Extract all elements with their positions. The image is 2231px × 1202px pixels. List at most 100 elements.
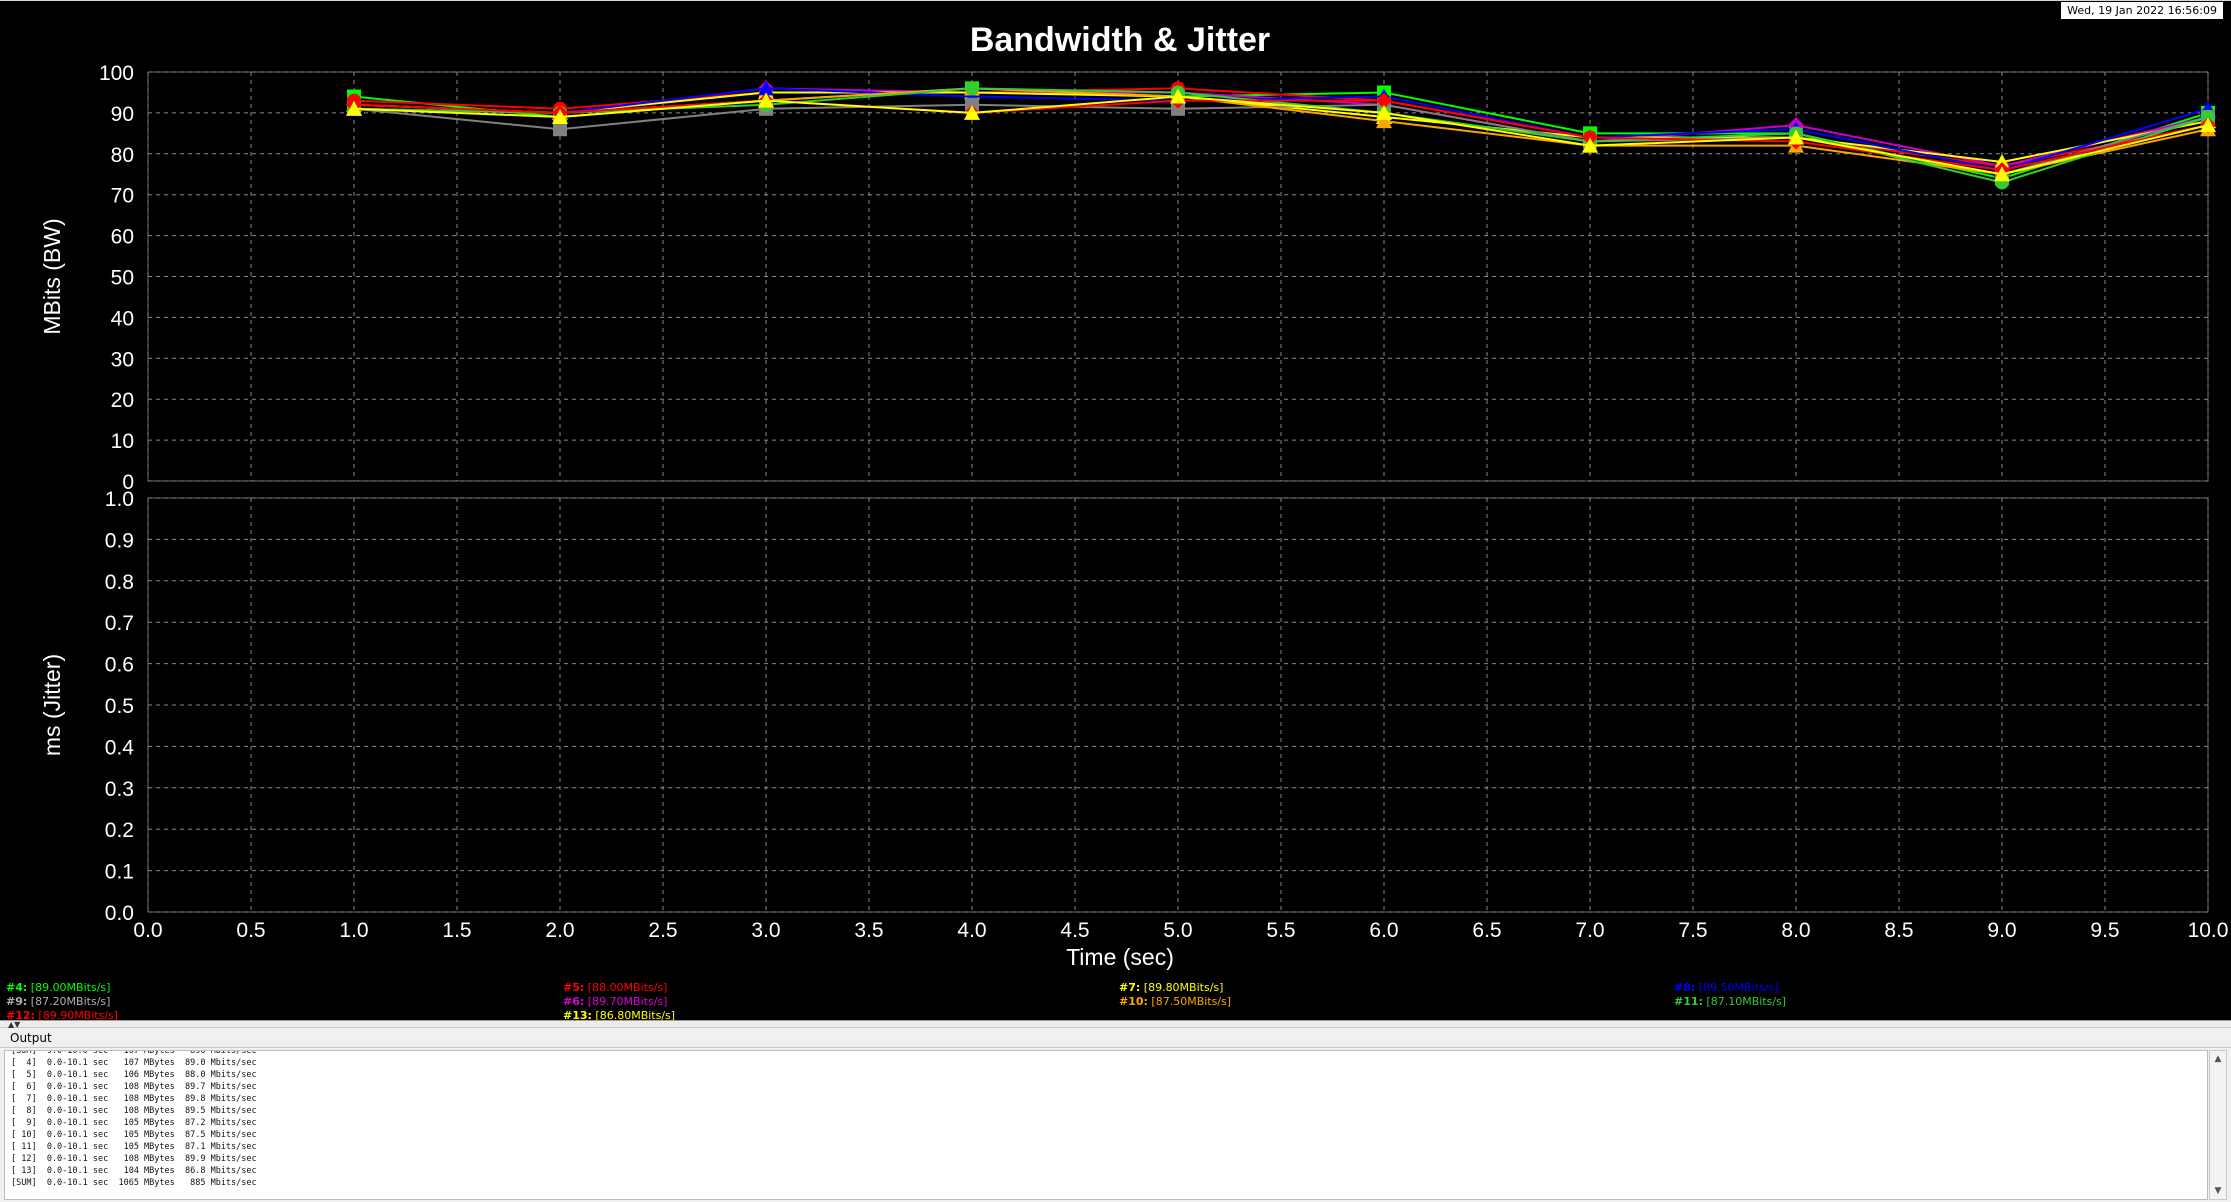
legend-series-value: [89.50MBits/s] bbox=[1695, 981, 1779, 994]
y-tick-label: 50 bbox=[111, 267, 134, 290]
y-tick-label: 0.9 bbox=[105, 529, 134, 552]
x-tick-label: 7.5 bbox=[1678, 919, 1707, 942]
output-line: [ 8] 0.0-10.1 sec 108 MBytes 89.5 Mbits/… bbox=[11, 1106, 257, 1116]
scroll-up-arrow-icon[interactable]: ▲ bbox=[2210, 1051, 2226, 1067]
y-tick-label: 60 bbox=[111, 226, 134, 249]
legend-series-label: #5: bbox=[563, 981, 585, 994]
legend-entry: #4: [89.00MBits/s] bbox=[6, 981, 110, 994]
output-panel: Output [SUM] 9.0-10.0 sec 107 MBytes 896… bbox=[0, 1028, 2231, 1202]
x-axis-label: Time (sec) bbox=[1066, 944, 1174, 970]
x-tick-label: 1.0 bbox=[339, 919, 368, 942]
x-tick-label: 4.0 bbox=[957, 919, 986, 942]
legend-series-value: [89.00MBits/s] bbox=[27, 981, 111, 994]
x-tick-label: 9.5 bbox=[2090, 919, 2119, 942]
legend-entry: #5: [88.00MBits/s] bbox=[563, 981, 667, 994]
x-tick-label: 6.0 bbox=[1369, 919, 1398, 942]
output-text-area[interactable]: [SUM] 9.0-10.0 sec 107 MBytes 896 Mbits/… bbox=[4, 1050, 2208, 1200]
x-tick-label: 7.0 bbox=[1575, 919, 1604, 942]
output-title: Output bbox=[10, 1031, 52, 1045]
x-tick-label: 3.5 bbox=[854, 919, 883, 942]
y-tick-label: 100 bbox=[99, 62, 134, 85]
x-tick-label: 6.5 bbox=[1472, 919, 1501, 942]
legend-series-value: [89.70MBits/s] bbox=[584, 995, 668, 1008]
y-tick-label: 0.5 bbox=[105, 695, 134, 718]
output-header: Output bbox=[0, 1028, 2231, 1048]
x-tick-label: 9.0 bbox=[1987, 919, 2016, 942]
legend-series-label: #8: bbox=[1674, 981, 1696, 994]
y-tick-label: 0.1 bbox=[105, 861, 134, 884]
x-tick-label: 8.0 bbox=[1781, 919, 1810, 942]
output-line: [ 11] 0.0-10.1 sec 105 MBytes 87.1 Mbits… bbox=[11, 1142, 257, 1152]
x-tick-label: 10.0 bbox=[2188, 919, 2229, 942]
x-tick-label: 1.5 bbox=[442, 919, 471, 942]
y-tick-label: 1.0 bbox=[105, 488, 134, 511]
timestamp-label: Wed, 19 Jan 2022 16:56:09 bbox=[2061, 2, 2223, 19]
y-axis-label-jitter: ms (Jitter) bbox=[39, 654, 65, 756]
data-point-marker bbox=[553, 122, 567, 137]
jitter-panel: 0.0 0.1 0.2 0.3 0.4 0.5 0.6 0.7 0.8 0.9 1.0 ms (Jit… bbox=[39, 488, 2228, 942]
legend-entry: #11: [87.10MBits/s] bbox=[1674, 995, 1786, 1008]
chart-legend: #4: [89.00MBits/s] #5: [88.00MBits/s] #7: … bbox=[6, 977, 2226, 1022]
chart-title: Bandwidth & Jitter bbox=[970, 21, 1270, 59]
y-tick-label: 0.0 bbox=[105, 902, 134, 925]
y-tick-label: 90 bbox=[111, 103, 134, 126]
output-line: [ 10] 0.0-10.1 sec 105 MBytes 87.5 Mbits… bbox=[11, 1130, 257, 1140]
y-tick-label: 0.8 bbox=[105, 571, 134, 594]
y-tick-label: 0.4 bbox=[105, 736, 135, 759]
output-line: [ 7] 0.0-10.1 sec 108 MBytes 89.8 Mbits/… bbox=[11, 1094, 257, 1104]
y-tick-label: 10 bbox=[111, 430, 134, 453]
x-tick-label: 2.0 bbox=[545, 919, 574, 942]
legend-entry: #6: [89.70MBits/s] bbox=[563, 995, 667, 1008]
legend-entry: #9: [87.20MBits/s] bbox=[6, 995, 110, 1008]
legend-series-value: [87.10MBits/s] bbox=[1702, 995, 1787, 1008]
x-tick-label: 2.5 bbox=[648, 919, 677, 942]
legend-series-label: #9: bbox=[6, 995, 28, 1008]
legend-entry: #10: [87.50MBits/s] bbox=[1119, 995, 1231, 1008]
x-tick-label: 3.0 bbox=[751, 919, 780, 942]
legend-series-value: [88.00MBits/s] bbox=[584, 981, 668, 994]
legend-series-label: #4: bbox=[6, 981, 28, 994]
y-tick-label: 0.6 bbox=[105, 654, 134, 677]
legend-series-label: #6: bbox=[563, 995, 585, 1008]
output-scrollbar[interactable]: ▲ ▼ bbox=[2209, 1050, 2227, 1200]
output-line: [ 13] 0.0-10.1 sec 104 MBytes 86.8 Mbits… bbox=[11, 1166, 257, 1176]
panel-splitter[interactable]: ▲▼ bbox=[0, 1020, 2231, 1029]
y-tick-label: 70 bbox=[111, 185, 134, 208]
y-tick-label: 0.2 bbox=[105, 819, 134, 842]
y-axis-label-bandwidth: MBits (BW) bbox=[39, 218, 65, 334]
output-line: [ 6] 0.0-10.1 sec 108 MBytes 89.7 Mbits/… bbox=[11, 1082, 257, 1092]
legend-entry: #7: [89.80MBits/s] bbox=[1119, 981, 1223, 994]
output-line: [ 12] 0.0-10.1 sec 108 MBytes 89.9 Mbits… bbox=[11, 1154, 257, 1164]
scroll-down-arrow-icon[interactable]: ▼ bbox=[2210, 1183, 2226, 1199]
legend-series-label: #10: bbox=[1119, 995, 1148, 1008]
x-tick-label: 5.0 bbox=[1163, 919, 1192, 942]
output-line: [SUM] 9.0-10.0 sec 107 MBytes 896 Mbits/… bbox=[11, 1050, 257, 1056]
legend-series-value: [87.50MBits/s] bbox=[1147, 995, 1232, 1008]
x-tick-label: 5.5 bbox=[1266, 919, 1295, 942]
plot-frame bbox=[147, 497, 2209, 913]
y-tick-label: 30 bbox=[111, 348, 134, 371]
output-line: [ 5] 0.0-10.1 sec 106 MBytes 88.0 Mbits/… bbox=[11, 1070, 257, 1080]
legend-series-label: #11: bbox=[1674, 995, 1703, 1008]
x-tick-label: 8.5 bbox=[1884, 919, 1913, 942]
y-tick-label: 0.7 bbox=[105, 612, 134, 635]
output-line: [ 4] 0.0-10.1 sec 107 MBytes 89.0 Mbits/… bbox=[11, 1058, 257, 1068]
legend-series-value: [89.80MBits/s] bbox=[1140, 981, 1224, 994]
chart-area: Bandwidth & Jitter 0 10 20 30 40 50 60 70 80 90 10… bbox=[0, 0, 2231, 1022]
x-tick-label: 4.5 bbox=[1060, 919, 1089, 942]
y-tick-label: 80 bbox=[111, 144, 134, 167]
output-line: [ 9] 0.0-10.1 sec 105 MBytes 87.2 Mbits/… bbox=[11, 1118, 257, 1128]
bandwidth-jitter-chart: Bandwidth & Jitter 010203040506070809010… bbox=[39, 21, 2228, 970]
y-tick-label: 20 bbox=[111, 389, 134, 412]
x-tick-label: 0.5 bbox=[236, 919, 265, 942]
x-tick-label: 0.0 bbox=[133, 919, 162, 942]
output-lines: [SUM] 9.0-10.0 sec 107 MBytes 896 Mbits/… bbox=[11, 1050, 257, 1189]
legend-entry: #8: [89.50MBits/s] bbox=[1674, 981, 1778, 994]
y-tick-label: 0.3 bbox=[105, 778, 134, 801]
output-line: [SUM] 0.0-10.1 sec 1065 MBytes 885 Mbits… bbox=[11, 1178, 257, 1188]
y-tick-label: 40 bbox=[111, 307, 134, 330]
bandwidth-panel: 0102030405060708090100MBits (BW) bbox=[39, 62, 2216, 494]
legend-series-value: [87.20MBits/s] bbox=[27, 995, 111, 1008]
legend-series-label: #7: bbox=[1119, 981, 1141, 994]
data-point-marker bbox=[965, 81, 979, 96]
